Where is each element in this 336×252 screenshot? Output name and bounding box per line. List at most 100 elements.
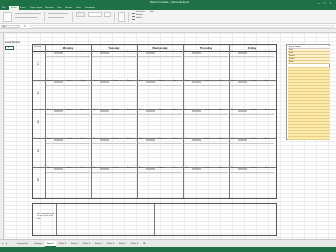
selected-cell[interactable] (5, 46, 14, 50)
slot-label-class: Class (139, 52, 143, 53)
class-dropdown[interactable] (238, 139, 247, 141)
class-dropdown[interactable] (146, 81, 155, 83)
class-dropdown[interactable] (54, 52, 63, 54)
slot-label-room: Room (265, 110, 269, 111)
next-sheet-icon[interactable]: ▸ (6, 242, 7, 245)
slot-entry-line[interactable] (46, 114, 90, 115)
slot-label-duration: Duration (67, 168, 73, 169)
class-dropdown[interactable] (54, 139, 63, 141)
slot-entry-line[interactable] (46, 143, 90, 144)
class-dropdown[interactable] (146, 110, 155, 112)
day-column-divider (229, 45, 230, 198)
slot-label-duration: Duration (159, 52, 165, 53)
class-dropdown[interactable] (238, 81, 247, 83)
class-dropdown[interactable] (192, 110, 201, 112)
ribbon-separator (72, 12, 73, 22)
slot-entry-line[interactable] (92, 56, 136, 57)
class-dropdown[interactable] (146, 52, 155, 54)
class-dropdown[interactable] (192, 81, 201, 83)
slot-entry-line[interactable] (46, 172, 90, 173)
class-dropdown[interactable] (146, 139, 155, 141)
class-dropdown[interactable] (238, 168, 247, 170)
slot-entry-line[interactable] (138, 143, 182, 144)
slot-entry-line[interactable] (138, 172, 182, 173)
slot-label-class: Class (185, 139, 189, 140)
cells-button[interactable] (118, 12, 125, 22)
key-entries[interactable] (288, 67, 330, 140)
slot-entry-line[interactable] (184, 172, 228, 173)
slot-label-class: Class (93, 168, 97, 169)
slot-entry-line[interactable] (92, 85, 136, 86)
slot-label-duration: Duration (251, 81, 257, 82)
class-dropdown[interactable] (100, 168, 109, 170)
class-dropdown[interactable] (146, 168, 155, 170)
slot-entry-line[interactable] (184, 85, 228, 86)
class-dropdown[interactable] (192, 139, 201, 141)
gridlines-checkbox[interactable] (132, 19, 135, 20)
paste-button[interactable] (3, 12, 12, 22)
slot-entry-line[interactable] (92, 143, 136, 144)
slot-entry-line[interactable] (230, 56, 274, 57)
slot-label-room: Room (219, 168, 223, 169)
slot-label-class: Class (139, 139, 143, 140)
class-dropdown[interactable] (238, 52, 247, 54)
slot-label-duration: Duration (251, 52, 257, 53)
slot-label-room: Room (127, 139, 131, 140)
fx-icon[interactable]: fx (24, 25, 26, 28)
formula-bar-checkbox[interactable] (132, 13, 135, 14)
slot-entry-line[interactable] (230, 143, 274, 144)
class-dropdown[interactable] (100, 81, 109, 83)
slot-entry-line[interactable] (230, 85, 274, 86)
class-dropdown[interactable] (54, 168, 63, 170)
class-dropdown[interactable] (238, 110, 247, 112)
cell-style-button[interactable] (104, 12, 111, 17)
slot-label-duration: Duration (113, 139, 119, 140)
class-dropdown[interactable] (100, 110, 109, 112)
class-dropdown[interactable] (192, 52, 201, 54)
prev-sheet-icon[interactable]: ◂ (2, 242, 3, 245)
day-header-monday: Monday (62, 46, 74, 50)
slot-label-class: Class (93, 52, 97, 53)
close-button[interactable]: × (328, 1, 333, 5)
slot-entry-line[interactable] (184, 114, 228, 115)
slot-label-duration: Duration (113, 81, 119, 82)
slot-entry-line[interactable] (46, 56, 90, 57)
add-sheet-icon[interactable]: ⊕ (143, 241, 146, 245)
slot-label-class: Class (93, 110, 97, 111)
minimize-button[interactable]: — (316, 1, 321, 5)
slot-label-duration: Duration (159, 110, 165, 111)
ribbon: Formula Bar Headings Gridlines Ruler (0, 10, 336, 24)
slot-entry-line[interactable] (92, 114, 136, 115)
slot-entry-line[interactable] (138, 56, 182, 57)
class-dropdown[interactable] (54, 81, 63, 83)
slot-entry-line[interactable] (138, 85, 182, 86)
slot-label-duration: Duration (205, 52, 211, 53)
headings-checkbox[interactable] (132, 16, 135, 17)
name-box[interactable]: A1 (1, 25, 20, 28)
number-format-button[interactable] (76, 12, 85, 17)
font-format-row (15, 17, 37, 18)
slot-entry-line[interactable] (184, 56, 228, 57)
slot-label-class: Class (47, 81, 51, 82)
slot-entry-line[interactable] (184, 143, 228, 144)
slot-label-room: Room (81, 81, 85, 82)
formula-input[interactable] (30, 25, 334, 28)
slot-entry-line[interactable] (230, 114, 274, 115)
slot-label-duration: Duration (113, 52, 119, 53)
class-dropdown[interactable] (192, 168, 201, 170)
class-dropdown[interactable] (100, 52, 109, 54)
styles-gallery[interactable] (88, 12, 102, 17)
slot-label-class: Class (231, 110, 235, 111)
slot-label-room: Room (219, 52, 223, 53)
day-header-wednesday: Wednesday (152, 46, 168, 50)
key-row-notes[interactable]: Notes (288, 61, 330, 64)
slot-entry-line[interactable] (92, 172, 136, 173)
class-dropdown[interactable] (54, 110, 63, 112)
maximize-button[interactable]: □ (322, 1, 327, 5)
slot-label-duration: Duration (113, 110, 119, 111)
slot-entry-line[interactable] (230, 172, 274, 173)
slot-entry-line[interactable] (46, 85, 90, 86)
slot-entry-line[interactable] (138, 114, 182, 115)
slot-label-class: Class (93, 139, 97, 140)
class-dropdown[interactable] (100, 139, 109, 141)
